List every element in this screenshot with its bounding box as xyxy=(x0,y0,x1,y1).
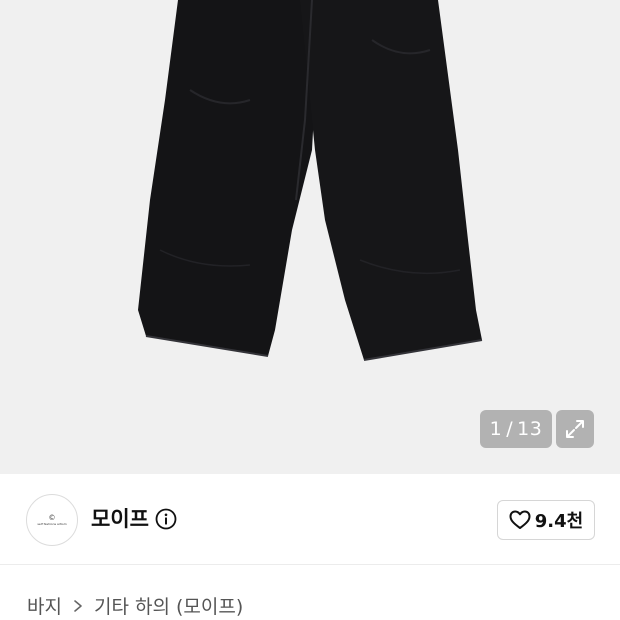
seller-row: © self fashions artism 모이프 9.4천 xyxy=(0,474,620,564)
product-image-gallery[interactable]: 1 / 13 xyxy=(0,0,620,474)
expand-image-button[interactable] xyxy=(556,410,594,448)
like-count: 9.4천 xyxy=(534,511,584,532)
seller-name[interactable]: 모이프 xyxy=(91,506,149,532)
breadcrumb: 바지 기타 하의 (모이프) xyxy=(27,592,243,619)
breadcrumb-item-other-bottoms[interactable]: 기타 하의 (모이프) xyxy=(94,592,243,619)
chevron-right-icon xyxy=(74,599,82,612)
product-photo[interactable] xyxy=(0,0,620,474)
avatar-logo-mark: © xyxy=(48,514,56,522)
like-button[interactable]: 9.4천 xyxy=(497,500,595,540)
counter-total: 13 xyxy=(517,418,543,440)
counter-separator: / xyxy=(506,418,514,440)
image-counter: 1 / 13 xyxy=(480,410,552,448)
expand-arrows-icon xyxy=(566,420,584,438)
heart-outline-icon xyxy=(509,510,531,529)
breadcrumb-item-pants[interactable]: 바지 xyxy=(27,592,62,619)
counter-current: 1 xyxy=(489,418,503,440)
seller-avatar[interactable]: © self fashions artism xyxy=(26,494,78,546)
info-icon[interactable] xyxy=(155,508,177,530)
avatar-logo-text: self fashions artism xyxy=(37,522,67,526)
section-divider xyxy=(0,564,620,565)
